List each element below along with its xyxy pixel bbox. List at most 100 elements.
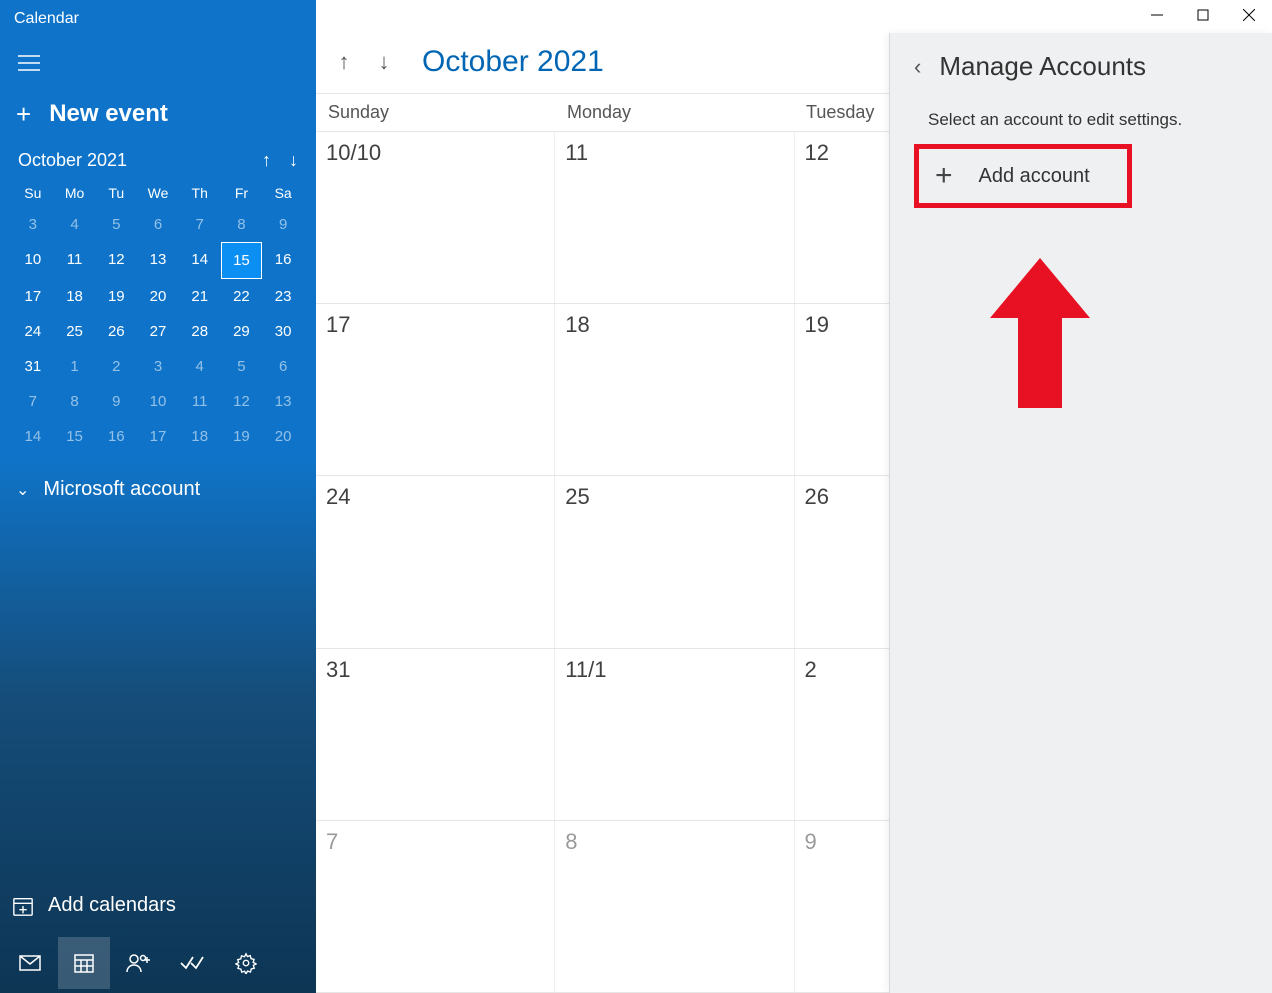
mini-day-cell[interactable]: 10: [12, 242, 54, 279]
mini-day-cell[interactable]: 19: [221, 419, 263, 454]
mini-day-cell[interactable]: 13: [262, 384, 304, 419]
people-icon: [126, 953, 150, 973]
mini-day-cell[interactable]: 17: [12, 279, 54, 314]
mini-day-cell[interactable]: 1: [54, 349, 96, 384]
panel-back-button[interactable]: ‹: [914, 54, 921, 80]
mini-day-cell[interactable]: 9: [262, 207, 304, 242]
mini-dow: Tu: [95, 179, 137, 207]
calendar-cell[interactable]: 24: [316, 476, 555, 647]
mini-next-button[interactable]: ↓: [289, 150, 298, 171]
mini-day-cell[interactable]: 4: [54, 207, 96, 242]
calendar-cell[interactable]: 18: [555, 304, 794, 475]
add-calendars-button[interactable]: Add calendars: [0, 880, 316, 931]
mini-day-cell[interactable]: 25: [54, 314, 96, 349]
minimize-icon: [1151, 9, 1163, 21]
mini-day-cell[interactable]: 12: [95, 242, 137, 279]
calendar-cell[interactable]: 10/10: [316, 132, 555, 303]
mini-dow: Fr: [221, 179, 263, 207]
mini-day-cell[interactable]: 17: [137, 419, 179, 454]
plus-icon: +: [935, 159, 953, 193]
mini-day-cell[interactable]: 2: [95, 349, 137, 384]
mini-day-cell[interactable]: 9: [95, 384, 137, 419]
mini-day-cell[interactable]: 8: [221, 207, 263, 242]
chevron-down-icon: ⌄: [16, 480, 29, 500]
mini-dow: Th: [179, 179, 221, 207]
mini-day-cell[interactable]: 8: [54, 384, 96, 419]
mini-day-cell[interactable]: 6: [137, 207, 179, 242]
mini-day-cell[interactable]: 16: [262, 242, 304, 279]
mini-day-cell[interactable]: 4: [179, 349, 221, 384]
mini-day-cell[interactable]: 5: [221, 349, 263, 384]
new-event-button[interactable]: + New event: [0, 86, 316, 146]
prev-period-button[interactable]: ↑: [328, 49, 360, 75]
calendar-cell[interactable]: 17: [316, 304, 555, 475]
calendar-cell[interactable]: 31: [316, 649, 555, 820]
mini-day-cell[interactable]: 20: [262, 419, 304, 454]
app-title: Calendar: [0, 0, 316, 34]
add-account-button[interactable]: + Add account: [914, 144, 1132, 208]
mini-day-cell[interactable]: 28: [179, 314, 221, 349]
account-section-label: Microsoft account: [43, 478, 200, 501]
mini-day-cell[interactable]: 21: [179, 279, 221, 314]
mini-day-cell[interactable]: 7: [12, 384, 54, 419]
mini-day-cell[interactable]: 18: [179, 419, 221, 454]
mini-calendar-month: October 2021: [18, 150, 127, 171]
mini-day-cell[interactable]: 15: [221, 242, 263, 279]
mini-day-cell[interactable]: 5: [95, 207, 137, 242]
calendar-cell[interactable]: 25: [555, 476, 794, 647]
mini-day-cell[interactable]: 7: [179, 207, 221, 242]
mini-dow: Su: [12, 179, 54, 207]
hamburger-menu-button[interactable]: [6, 40, 52, 86]
mini-calendar: October 2021 ↑ ↓ SuMoTuWeThFrSa345678910…: [0, 146, 316, 454]
manage-accounts-panel: ‹ Manage Accounts Select an account to e…: [889, 33, 1272, 993]
calendar-cell[interactable]: 11: [555, 132, 794, 303]
calendar-cell[interactable]: 7: [316, 821, 555, 992]
mail-button[interactable]: [4, 937, 56, 989]
calendar-cell[interactable]: 8: [555, 821, 794, 992]
mini-day-cell[interactable]: 29: [221, 314, 263, 349]
mini-day-cell[interactable]: 19: [95, 279, 137, 314]
account-section-toggle[interactable]: ⌄ Microsoft account: [0, 454, 316, 511]
panel-title: Manage Accounts: [939, 51, 1146, 82]
mini-day-cell[interactable]: 23: [262, 279, 304, 314]
mini-day-cell[interactable]: 22: [221, 279, 263, 314]
sidebar: Calendar + New event October 2021 ↑ ↓ Su…: [0, 0, 316, 993]
calendar-cell[interactable]: 11/1: [555, 649, 794, 820]
calendar-icon: [73, 952, 95, 974]
checkmark-icon: [180, 955, 204, 971]
close-button[interactable]: [1226, 0, 1272, 30]
next-period-button[interactable]: ↓: [368, 49, 400, 75]
mini-day-cell[interactable]: 24: [12, 314, 54, 349]
mini-day-cell[interactable]: 12: [221, 384, 263, 419]
hamburger-icon: [18, 55, 40, 71]
calendar-button[interactable]: [58, 937, 110, 989]
mini-dow: We: [137, 179, 179, 207]
mini-day-cell[interactable]: 13: [137, 242, 179, 279]
settings-button[interactable]: [220, 937, 272, 989]
maximize-icon: [1197, 9, 1209, 21]
people-button[interactable]: [112, 937, 164, 989]
mini-day-cell[interactable]: 11: [54, 242, 96, 279]
mini-prev-button[interactable]: ↑: [262, 150, 271, 171]
mini-day-cell[interactable]: 11: [179, 384, 221, 419]
mini-day-cell[interactable]: 20: [137, 279, 179, 314]
todo-button[interactable]: [166, 937, 218, 989]
current-month-label: October 2021: [422, 45, 604, 79]
mini-day-cell[interactable]: 26: [95, 314, 137, 349]
mini-day-cell[interactable]: 6: [262, 349, 304, 384]
mini-day-cell[interactable]: 10: [137, 384, 179, 419]
mini-day-cell[interactable]: 31: [12, 349, 54, 384]
mini-day-cell[interactable]: 18: [54, 279, 96, 314]
mini-day-cell[interactable]: 3: [137, 349, 179, 384]
maximize-button[interactable]: [1180, 0, 1226, 30]
mini-day-cell[interactable]: 30: [262, 314, 304, 349]
mini-day-cell[interactable]: 15: [54, 419, 96, 454]
mini-day-cell[interactable]: 16: [95, 419, 137, 454]
mini-day-cell[interactable]: 27: [137, 314, 179, 349]
mini-day-cell[interactable]: 14: [12, 419, 54, 454]
mini-day-cell[interactable]: 14: [179, 242, 221, 279]
mini-dow: Mo: [54, 179, 96, 207]
weekday-label: Sunday: [316, 102, 555, 123]
minimize-button[interactable]: [1134, 0, 1180, 30]
mini-day-cell[interactable]: 3: [12, 207, 54, 242]
